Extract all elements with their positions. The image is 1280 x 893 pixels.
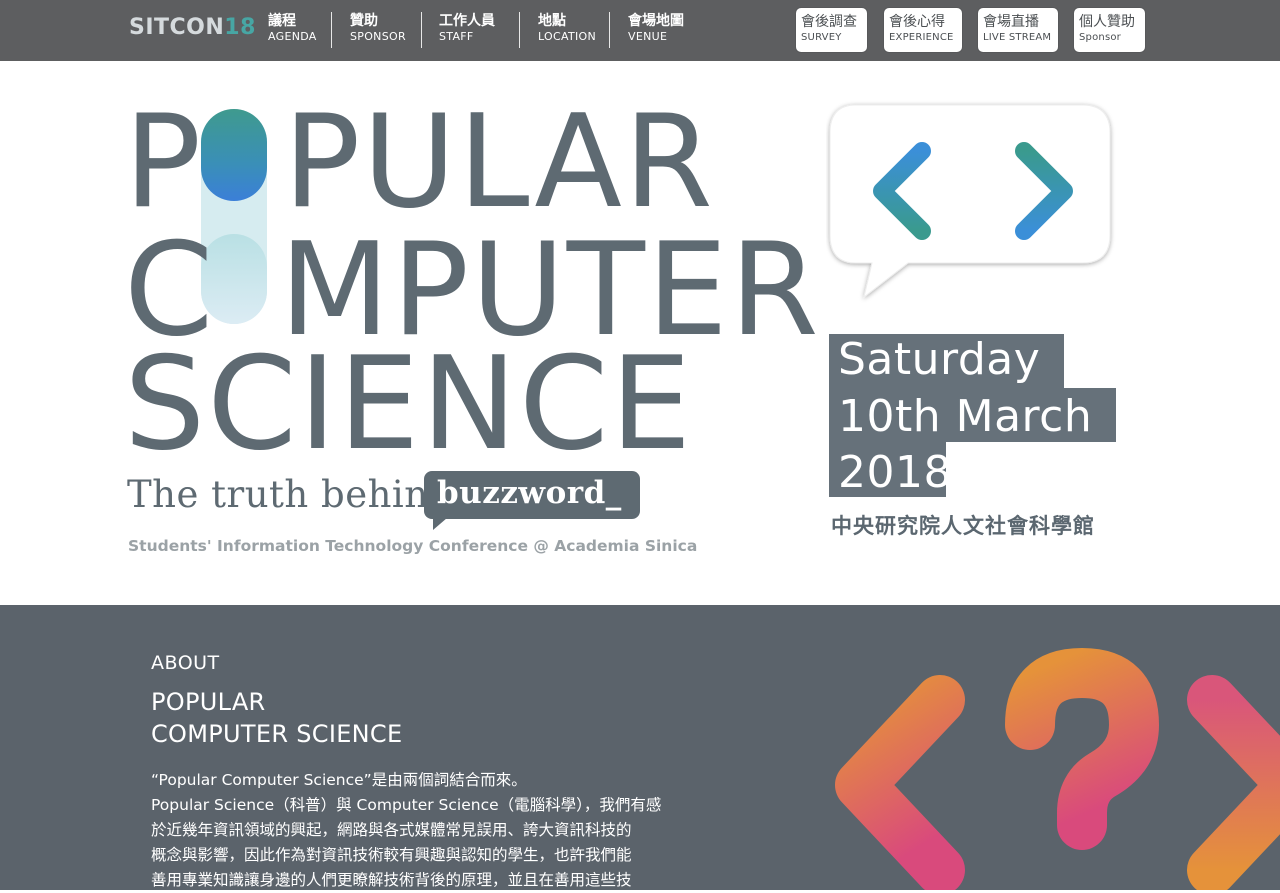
hero-text-pular: PULAR [283, 88, 715, 237]
survey-button[interactable]: 會後調查 SURVEY [796, 8, 867, 52]
button-label-zh: 會場直播 [983, 14, 1039, 30]
conference-subtitle: Students' Information Technology Confere… [128, 537, 698, 555]
about-paragraph-line: 於近幾年資訊領域的興起，網路與各式媒體常見誤用、誇大資訊科技的 [151, 821, 632, 839]
hero-letter-p: P [124, 88, 204, 237]
hero-section: P PULAR C MPUTER SCIENCE The truth behind … [0, 61, 1280, 605]
nav-label-en: STAFF [439, 30, 474, 43]
live-stream-button[interactable]: 會場直播 LIVE STREAM [978, 8, 1058, 52]
buzzword-bubble-tail [433, 518, 447, 530]
nav-item-sponsor[interactable]: 贊助 SPONSOR [350, 12, 406, 46]
top-nav: SITCON18 議程 AGENDA 贊助 SPONSOR 工作人員 STAFF… [0, 0, 1280, 61]
about-title-line: COMPUTER SCIENCE [151, 720, 403, 748]
nav-label-zh: 會場地圖 [628, 13, 684, 29]
nav-item-agenda[interactable]: 議程 AGENDA [268, 12, 317, 46]
about-heading: ABOUT [151, 652, 220, 674]
nav-divider [609, 12, 610, 48]
nav-divider [421, 12, 422, 48]
button-label-en: Sponsor [1079, 32, 1121, 43]
button-label-zh: 個人贊助 [1079, 14, 1135, 30]
nav-label-zh: 議程 [268, 13, 296, 29]
button-label-en: EXPERIENCE [889, 32, 954, 43]
button-label-zh: 會後調查 [801, 14, 857, 30]
nav-label-zh: 工作人員 [439, 13, 495, 29]
button-label-en: LIVE STREAM [983, 32, 1052, 43]
nav-label-zh: 地點 [538, 13, 566, 29]
nav-label-en: AGENDA [268, 30, 317, 43]
hero-line-science: SCIENCE [124, 330, 694, 479]
nav-label-en: VENUE [628, 30, 668, 43]
about-paragraph-line: Popular Science（科普）與 Computer Science（電腦… [151, 796, 662, 814]
about-section: ABOUT POPULAR COMPUTER SCIENCE “Popular … [0, 605, 1280, 890]
about-paragraph-line: “Popular Computer Science”是由兩個詞結合而來。 [151, 771, 527, 789]
speech-bubble-icon [829, 104, 1111, 299]
nav-divider [519, 12, 520, 48]
experience-button[interactable]: 會後心得 EXPERIENCE [884, 8, 962, 52]
button-label-en: SURVEY [801, 32, 842, 43]
date-weekday: Saturday [838, 334, 1041, 385]
hero-line-popular: P PULAR [124, 99, 715, 227]
button-label-zh: 會後心得 [889, 14, 945, 30]
date-year: 2018 [838, 447, 952, 498]
nav-item-staff[interactable]: 工作人員 STAFF [439, 12, 495, 46]
nav-label-en: SPONSOR [350, 30, 406, 43]
site-logo[interactable]: SITCON18 [129, 15, 256, 40]
about-paragraph-line: 善用專業知識讓身邊的人們更瞭解技術背後的原理，並且在善用這些技 [151, 871, 632, 889]
nav-label-zh: 贊助 [350, 13, 378, 29]
buzzword-bubble: buzzword_ [424, 471, 640, 519]
nav-item-venue[interactable]: 會場地圖 VENUE [628, 12, 684, 46]
venue-name: 中央研究院人文社會科學館 [831, 514, 1095, 538]
code-question-decoration-icon [835, 648, 1280, 890]
about-paragraph-line: 概念與影響，因此作為對資訊技術較有興趣與認知的學生，也許我們能 [151, 846, 632, 864]
brand-year: 18 [224, 15, 256, 40]
about-title: POPULAR COMPUTER SCIENCE [151, 686, 402, 750]
date-day-month: 10th March [838, 391, 1093, 442]
about-title-line: POPULAR [151, 688, 266, 716]
nav-divider [331, 12, 332, 48]
nav-label-en: LOCATION [538, 30, 596, 43]
about-body: “Popular Computer Science”是由兩個詞結合而來。 Pop… [151, 768, 711, 893]
brand-text: SITCON [129, 15, 225, 40]
personal-sponsor-button[interactable]: 個人贊助 Sponsor [1074, 8, 1145, 52]
nav-item-location[interactable]: 地點 LOCATION [538, 12, 596, 46]
tagline: The truth behind [127, 473, 453, 516]
